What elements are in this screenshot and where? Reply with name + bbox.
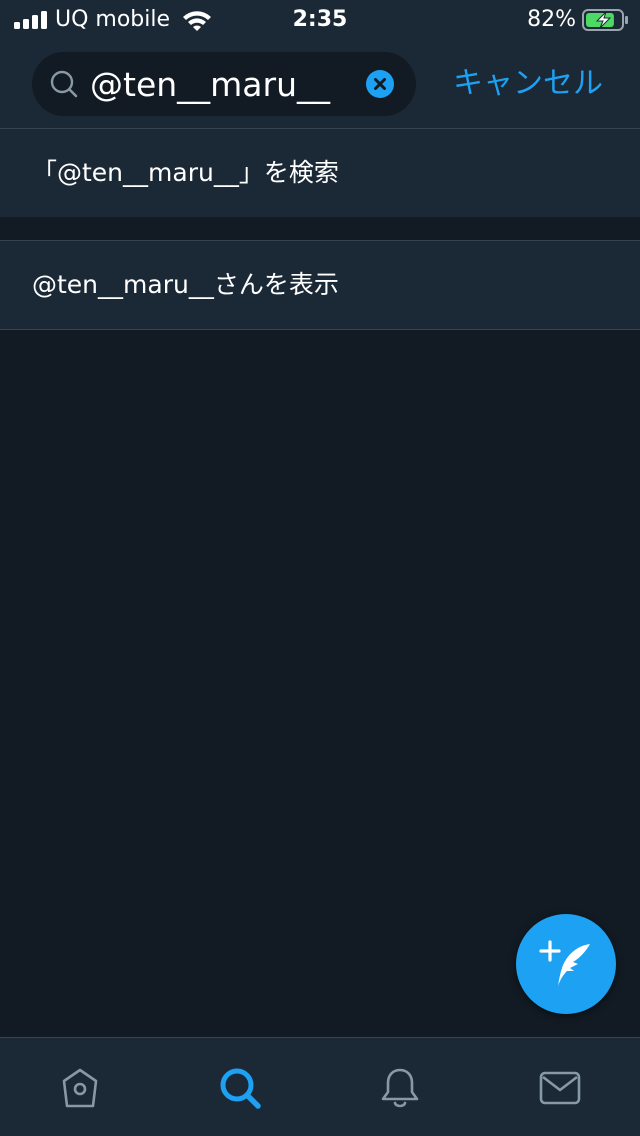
clear-search-button[interactable] [366, 70, 394, 98]
view-profile-result[interactable]: @ten__maru__さんを表示 [0, 241, 640, 330]
tab-notifications[interactable] [320, 1038, 480, 1136]
tab-messages[interactable] [480, 1038, 640, 1136]
tab-home[interactable] [0, 1038, 160, 1136]
section-divider [0, 217, 640, 241]
tab-search[interactable] [160, 1038, 320, 1136]
view-profile-label: @ten__maru__さんを表示 [32, 270, 339, 299]
battery-charging-icon [582, 9, 628, 31]
bell-icon [381, 1068, 419, 1108]
home-icon [62, 1068, 98, 1108]
search-box[interactable] [32, 52, 416, 116]
battery-percent: 82% [527, 7, 576, 32]
screen: UQ mobile 2:35 82% @ten__maru__ キャンセル 「@… [0, 0, 640, 1136]
status-bar: UQ mobile 2:35 82% [0, 0, 640, 40]
search-icon [220, 1068, 261, 1109]
compose-tweet-button[interactable] [516, 914, 616, 1014]
search-icon [50, 70, 78, 98]
search-input[interactable] [90, 61, 360, 107]
clear-icon [374, 78, 386, 90]
search-header: キャンセル [0, 40, 640, 129]
mail-icon [539, 1071, 581, 1105]
cancel-button[interactable]: キャンセル [438, 64, 618, 104]
compose-tweet-icon [539, 940, 590, 986]
tab-bar [0, 1037, 640, 1136]
search-query-label: 「@ten__maru__」を検索 [32, 158, 339, 187]
search-query-result[interactable]: 「@ten__maru__」を検索 [0, 129, 640, 218]
